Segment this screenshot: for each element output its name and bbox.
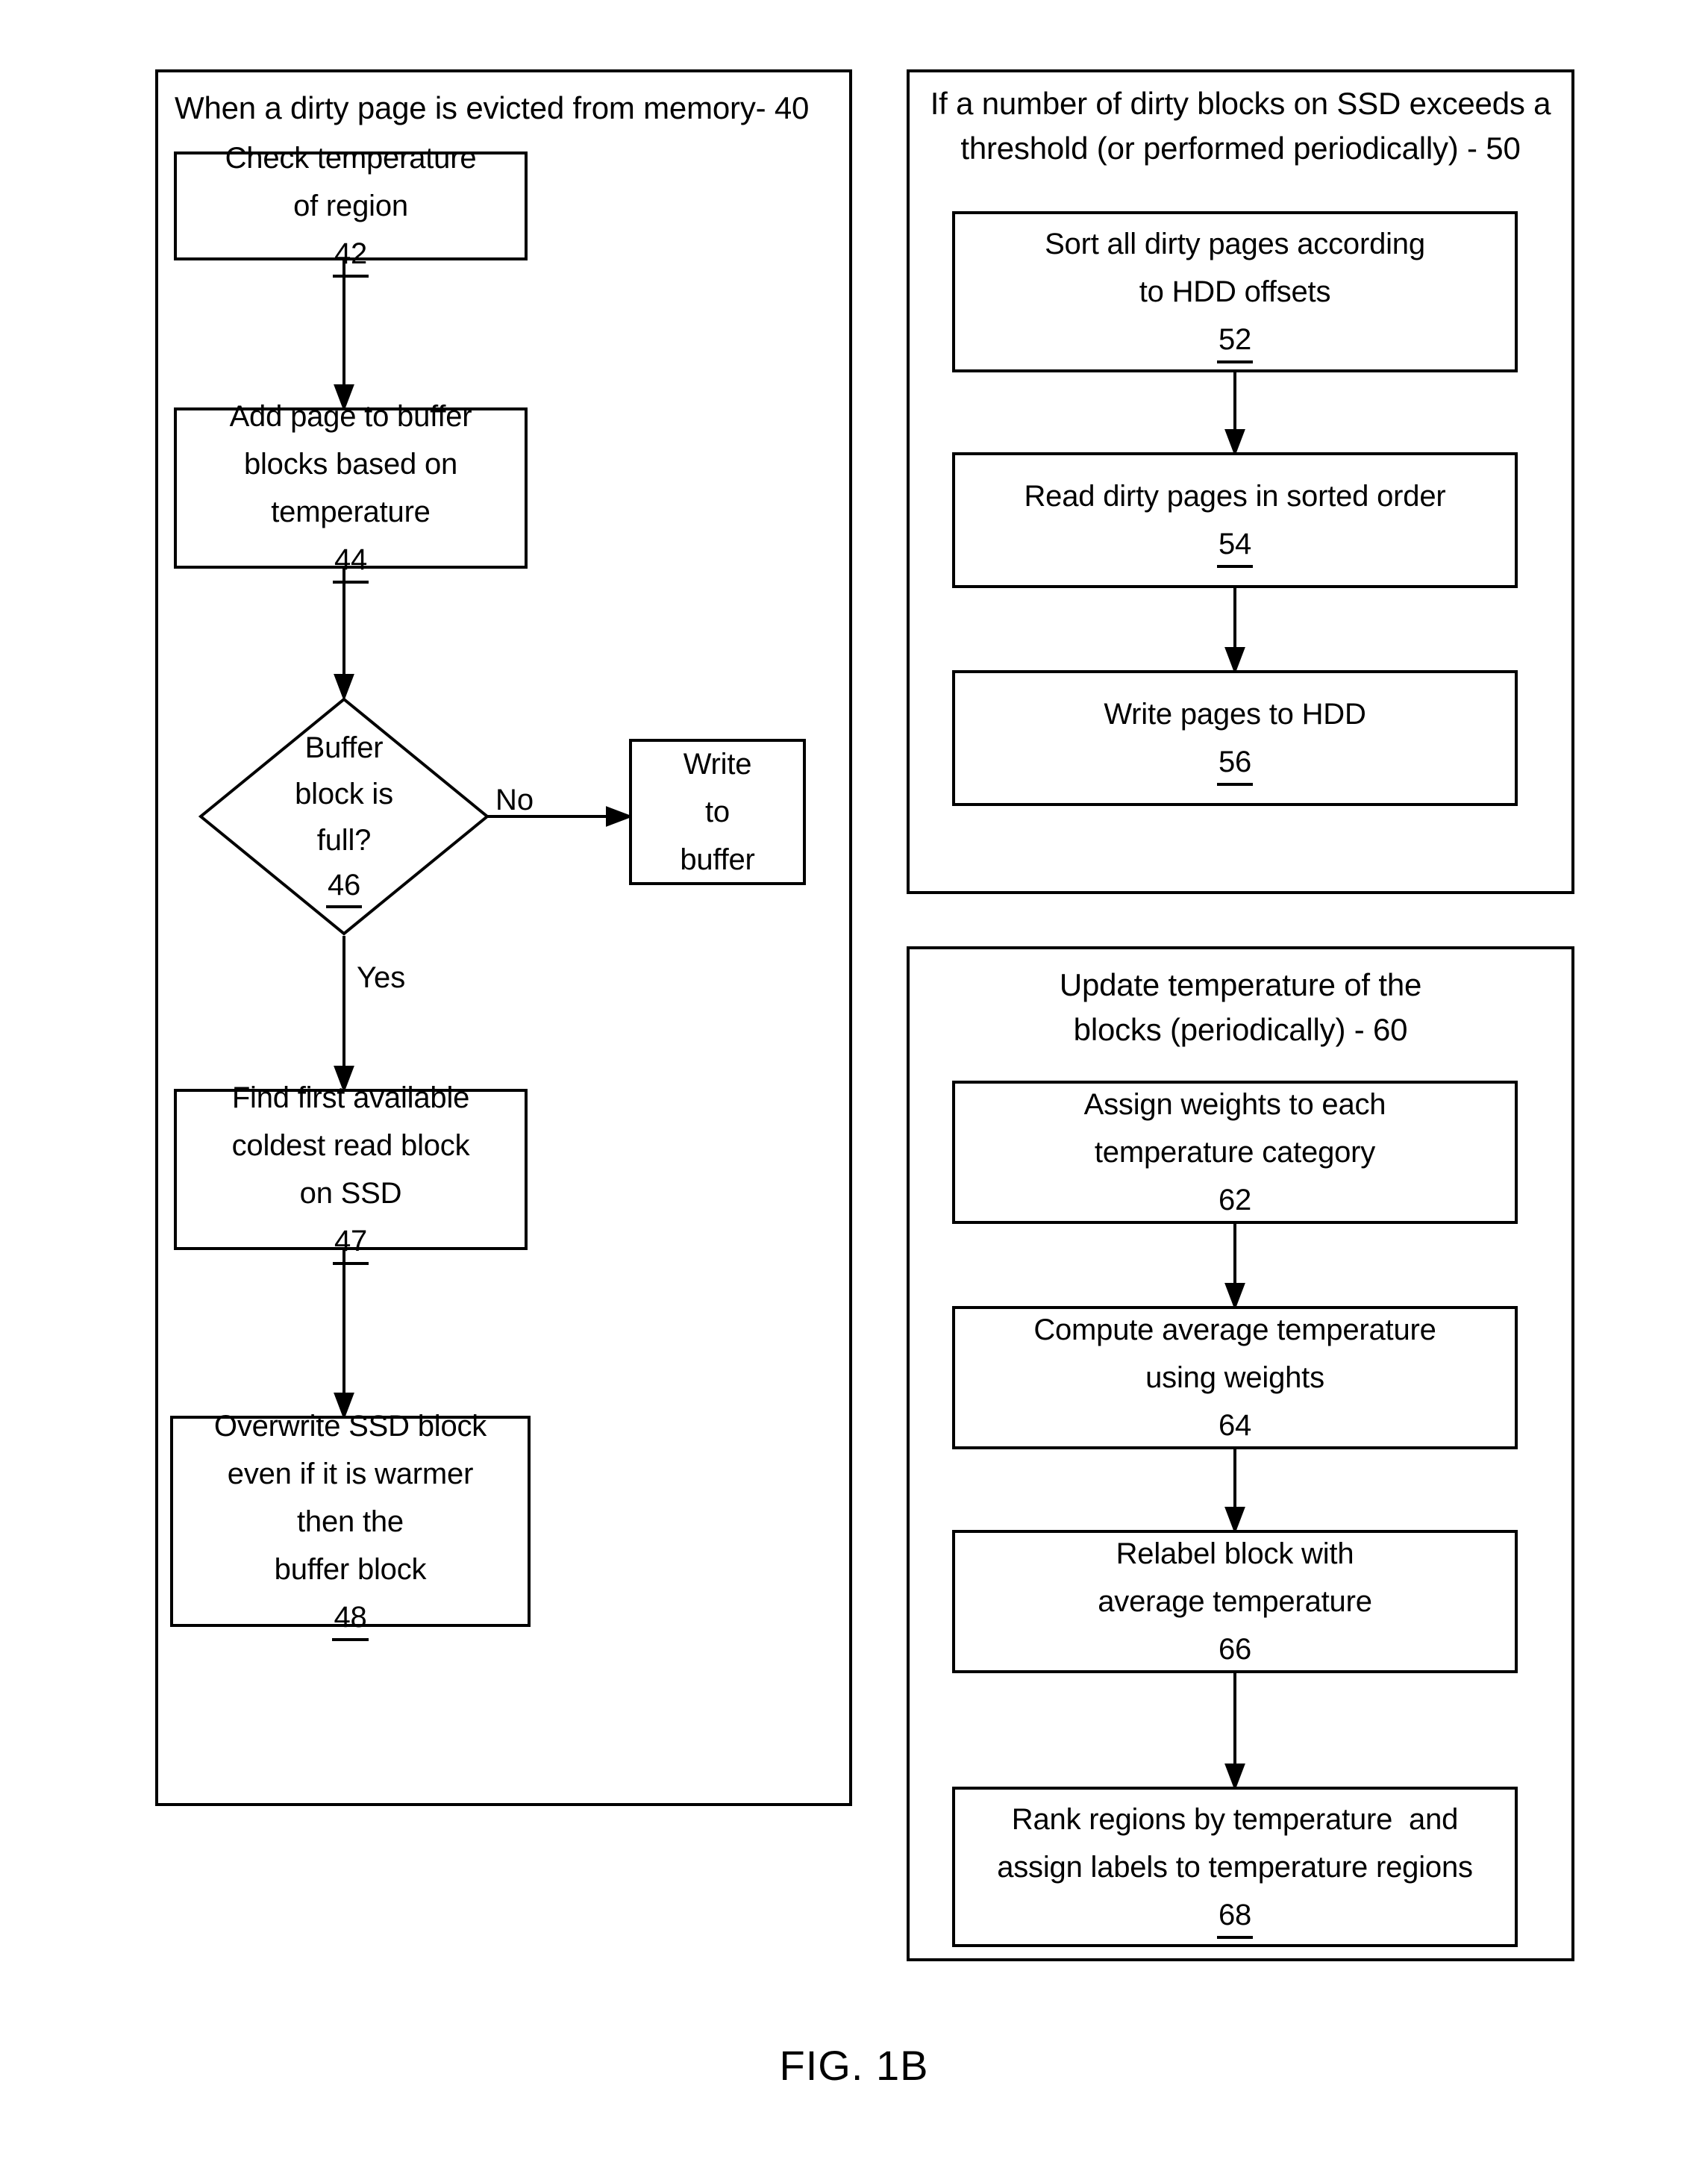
node-52-ref: 52 (1216, 320, 1254, 363)
node-54-ref: 54 (1216, 525, 1254, 568)
edge-label-no: No (495, 784, 534, 816)
node-relabel-block-average-temperature: Relabel block with average temperature 6… (952, 1530, 1518, 1673)
node-56-line-1: Write pages to HDD (1104, 698, 1366, 731)
node-write-buffer-line-1: Write (683, 748, 752, 781)
node-42-ref: 42 (332, 234, 369, 278)
node-66-ref: 66 (1216, 1630, 1254, 1673)
node-44-line-2: blocks based on (243, 448, 458, 481)
node-52-line-2: to HDD offsets (1139, 275, 1331, 308)
edge-label-yes: Yes (357, 961, 406, 994)
node-62-line-2: temperature category (1094, 1136, 1376, 1169)
node-42-line-2: of region (293, 190, 408, 222)
node-46-line-2: block is (295, 778, 393, 810)
node-62-line-1: Assign weights to each (1083, 1088, 1386, 1121)
node-46-ref: 46 (325, 866, 363, 908)
node-compute-average-temperature: Compute average temperature using weight… (952, 1306, 1518, 1449)
panel-50-title-line-2: threshold (or performed periodically) - … (960, 131, 1521, 166)
node-rank-regions-by-temperature: Rank regions by temperature and assign l… (952, 1787, 1518, 1947)
node-64-line-2: using weights (1145, 1361, 1324, 1394)
node-47-line-3: on SSD (299, 1177, 402, 1210)
node-52-line-1: Sort all dirty pages according (1045, 228, 1425, 260)
node-read-dirty-pages-sorted-order: Read dirty pages in sorted order 54 (952, 452, 1518, 588)
node-62-ref: 62 (1216, 1181, 1254, 1224)
node-48-line-4: buffer block (274, 1552, 427, 1586)
node-46-line-1: Buffer (304, 731, 384, 764)
node-44-line-3: temperature (271, 496, 431, 528)
node-68-line-2: assign labels to temperature regions (997, 1850, 1473, 1884)
node-44-line-1: Add page to buffer (229, 400, 472, 433)
node-68-line-1: Rank regions by temperature and (1011, 1802, 1459, 1836)
panel-60-title-line-2: blocks (periodically) - 60 (1073, 1012, 1408, 1047)
node-assign-weights-temperature-category: Assign weights to each temperature categ… (952, 1081, 1518, 1224)
node-48-line-3: then the (297, 1505, 404, 1538)
node-47-ref: 47 (332, 1222, 369, 1265)
node-44-ref: 44 (332, 540, 369, 584)
node-sort-dirty-pages-by-hdd-offsets: Sort all dirty pages according to HDD of… (952, 211, 1518, 372)
node-47-line-1: Find first available (231, 1081, 470, 1114)
node-66-line-2: average temperature (1098, 1585, 1372, 1618)
node-find-coldest-read-block: Find first available coldest read block … (174, 1081, 528, 1265)
node-add-page-to-buffer-blocks: Add page to buffer blocks based on tempe… (174, 400, 528, 584)
node-56-ref: 56 (1216, 743, 1254, 786)
node-64-line-1: Compute average temperature (1033, 1313, 1436, 1346)
decision-buffer-block-is-full: Buffer block is full? 46 (198, 697, 489, 936)
node-48-ref: 48 (332, 1598, 369, 1641)
node-66-line-1: Relabel block with (1116, 1537, 1354, 1570)
node-42-line-1: Check temperature (225, 142, 477, 175)
node-write-to-buffer: Write to buffer (629, 739, 806, 885)
node-overwrite-ssd-block: Overwrite SSD block even if it is warmer… (170, 1410, 531, 1641)
node-write-buffer-line-3: buffer (680, 843, 755, 876)
node-46-line-3: full? (316, 824, 372, 857)
node-68-ref: 68 (1216, 1896, 1254, 1939)
figure-caption: FIG. 1B (779, 2042, 929, 2089)
node-write-pages-to-hdd: Write pages to HDD 56 (952, 670, 1518, 806)
node-64-ref: 64 (1216, 1406, 1254, 1449)
node-47-line-2: coldest read block (231, 1129, 470, 1162)
node-check-temperature-of-region: Check temperature of region 42 (174, 142, 528, 278)
node-48-line-2: even if it is warmer (227, 1457, 474, 1490)
panel-60-title-line-1: Update temperature of the (1059, 967, 1422, 1002)
node-48-line-1: Overwrite SSD block (213, 1409, 487, 1443)
panel-40-title: When a dirty page is evicted from memory… (175, 90, 810, 125)
node-write-buffer-line-2: to (705, 796, 730, 828)
decision-46-text: Buffer block is full? 46 (198, 697, 489, 936)
figure-canvas: When a dirty page is evicted from memory… (0, 0, 1708, 2168)
panel-50-title-line-1: If a number of dirty blocks on SSD excee… (930, 86, 1551, 121)
node-54-line-1: Read dirty pages in sorted order (1024, 480, 1446, 513)
